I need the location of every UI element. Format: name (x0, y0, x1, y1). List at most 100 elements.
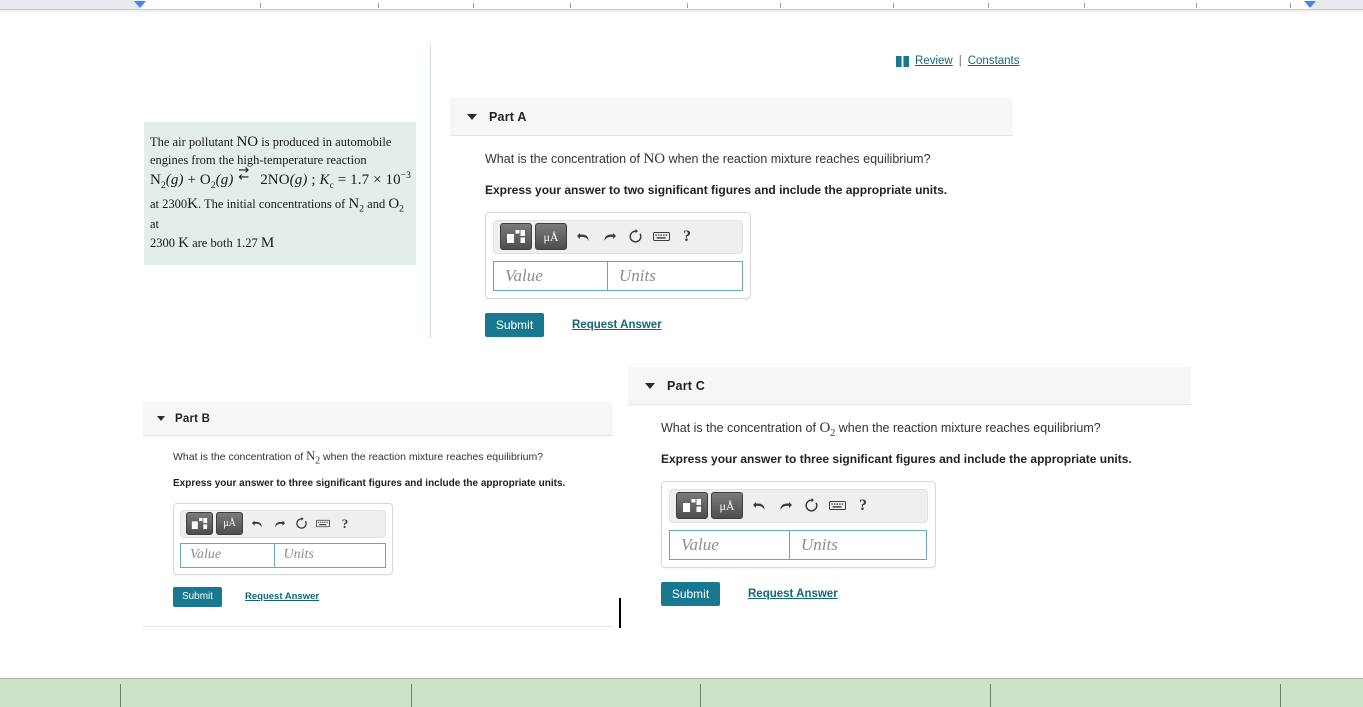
help-button[interactable]: ? (334, 513, 356, 534)
constants-link[interactable]: Constants (968, 55, 1020, 67)
part-b-fields: Value Units (180, 542, 386, 568)
ruler-tick (570, 3, 571, 8)
part-a-toolbar: μÅ ? (493, 219, 743, 254)
ruler-page-area (140, 0, 1311, 9)
part-b-instruction: Express your answer to three significant… (173, 478, 566, 489)
part-c-toolbar: μÅ ? (669, 488, 928, 523)
part-a-fields: Value Units (493, 260, 743, 291)
ruler-tick (893, 3, 894, 8)
bottom-bar-divider (1280, 684, 1281, 707)
ruler-tick (780, 3, 781, 8)
undo-icon[interactable] (246, 513, 268, 534)
math-template-button[interactable] (500, 223, 532, 251)
part-b-toolbar: μÅ ? (180, 509, 386, 538)
ruler-tick (687, 3, 688, 8)
review-link[interactable]: Review (915, 55, 953, 67)
keyboard-icon[interactable] (312, 513, 334, 534)
units-button[interactable]: μÅ (216, 512, 243, 535)
ruler-tick (260, 3, 261, 8)
part-a-submit-button[interactable]: Submit (485, 312, 544, 337)
undo-icon[interactable] (570, 224, 596, 249)
part-a-instruction: Express your answer to two significant f… (485, 182, 948, 197)
part-c-value-input[interactable]: Value (669, 529, 789, 560)
chevron-down-icon[interactable] (157, 416, 165, 421)
review-constants-bar: Review | Constants (896, 55, 1020, 67)
part-a-question: What is the concentration of NO when the… (485, 151, 931, 167)
part-c-body: What is the concentration of O2 when the… (628, 405, 1191, 606)
undo-icon[interactable] (746, 493, 772, 518)
ruler-tick (1290, 3, 1291, 8)
part-b-header[interactable]: Part B (143, 402, 613, 436)
part-a-submit-row: Submit Request Answer (485, 312, 1013, 337)
part-a-request-answer-link[interactable]: Request Answer (572, 319, 662, 331)
part-a-value-input[interactable]: Value (493, 260, 607, 291)
part-c-answer-widget: μÅ ? Value Units (661, 480, 936, 568)
ruler-tick (1196, 3, 1197, 8)
equilibrium-arrow-icon: → ← (238, 162, 250, 185)
part-c-panel: Part C What is the concentration of O2 w… (628, 367, 1191, 606)
part-a-units-input[interactable]: Units (607, 260, 743, 291)
ruler-tick (473, 3, 474, 8)
redo-icon[interactable] (596, 224, 622, 249)
text-cursor (619, 598, 621, 628)
part-a-title: Part A (489, 109, 527, 124)
help-button[interactable]: ? (850, 493, 876, 518)
math-template-button[interactable] (676, 492, 708, 520)
part-c-request-answer-link[interactable]: Request Answer (748, 588, 838, 600)
redo-icon[interactable] (772, 493, 798, 518)
bottom-bar-divider (990, 684, 991, 707)
ruler-tick (1084, 3, 1085, 8)
part-b-panel: Part B What is the concentration of N2 w… (143, 402, 613, 607)
redo-icon[interactable] (268, 513, 290, 534)
problem-no-species: NO (236, 134, 259, 150)
part-b-units-input[interactable]: Units (273, 542, 386, 568)
part-b-submit-button[interactable]: Submit (173, 586, 222, 607)
bottom-bar-divider (700, 684, 701, 707)
chevron-down-icon[interactable] (467, 113, 477, 120)
reset-icon[interactable] (290, 513, 312, 534)
ruler-shadow (0, 9, 1363, 14)
keyboard-icon[interactable] (824, 493, 850, 518)
problem-statement: The air pollutant NO is produced in auto… (144, 122, 416, 265)
part-b-submit-row: Submit Request Answer (173, 586, 613, 607)
part-b-answer-widget: μÅ ? Value Units (173, 502, 393, 575)
reset-icon[interactable] (798, 493, 824, 518)
bottom-bar-divider (411, 684, 412, 707)
problem-line-1: The air pollutant NO is produced in auto… (150, 134, 392, 150)
part-b-body: What is the concentration of N2 when the… (143, 436, 613, 607)
chevron-down-icon[interactable] (645, 382, 655, 389)
part-c-submit-row: Submit Request Answer (661, 581, 1191, 606)
part-a-header[interactable]: Part A (450, 98, 1013, 136)
part-c-title: Part C (667, 378, 706, 393)
part-c-instruction: Express your answer to three significant… (661, 451, 1132, 466)
units-button[interactable]: μÅ (535, 223, 567, 251)
bottom-bar-divider (120, 684, 121, 707)
keyboard-icon[interactable] (648, 224, 674, 249)
part-c-submit-button[interactable]: Submit (661, 581, 720, 606)
ruler-tick (988, 3, 989, 8)
part-a-answer-widget: μÅ ? Value Units (485, 211, 751, 299)
part-c-fields: Value Units (669, 529, 928, 560)
part-a-panel: Part A What is the concentration of NO w… (450, 98, 1013, 337)
part-b-value-input[interactable]: Value (180, 542, 274, 568)
part-a-species: NO (643, 151, 666, 167)
right-indent-marker[interactable] (1304, 1, 1316, 8)
part-c-units-input[interactable]: Units (789, 529, 927, 560)
review-separator: | (958, 55, 962, 67)
equilibrium-equation: N2(g) + O2(g) → ← 2NO(g) ; Kc = 1.7 × 10… (150, 162, 412, 191)
part-b-question: What is the concentration of N2 when the… (173, 449, 544, 467)
math-template-button[interactable] (186, 512, 213, 535)
help-button[interactable]: ? (674, 224, 700, 249)
part-c-header[interactable]: Part C (628, 367, 1191, 405)
problem-line-4: at 2300K. The initial concentrations of … (150, 195, 404, 231)
units-button[interactable]: μÅ (711, 492, 743, 520)
content-vertical-divider (430, 45, 431, 338)
part-b-title: Part B (175, 412, 211, 425)
part-a-body: What is the concentration of NO when the… (450, 136, 1013, 337)
reset-icon[interactable] (622, 224, 648, 249)
ruler-tick (378, 3, 379, 8)
bottom-status-bar (0, 678, 1363, 707)
left-indent-marker[interactable] (134, 1, 146, 8)
part-b-request-answer-link[interactable]: Request Answer (245, 591, 319, 602)
problem-line-2: engines from the high-temperature reacti… (150, 153, 367, 168)
